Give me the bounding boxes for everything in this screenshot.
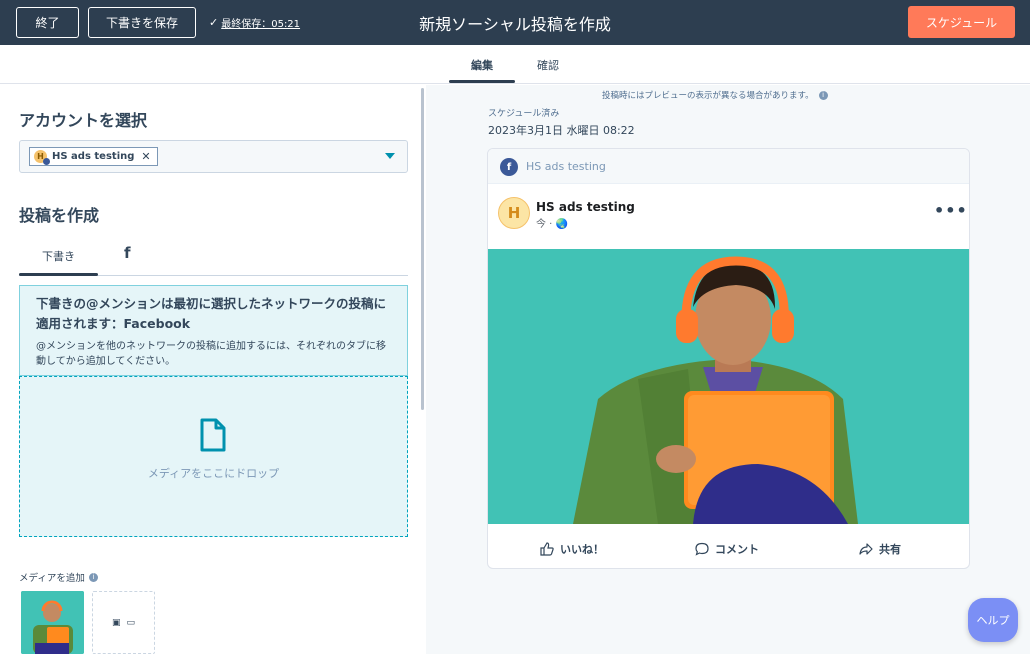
checkmark-icon: ✓ — [209, 16, 219, 29]
like-label: いいね！ — [560, 543, 604, 556]
tab-edit[interactable]: 編集 — [471, 57, 493, 73]
add-media-slot[interactable]: ▣ ▭ — [92, 591, 155, 654]
comment-label: コメント — [715, 543, 759, 556]
compose-tabs: 下書き f — [19, 240, 408, 276]
notice-body: @メンションを他のネットワークの投稿に追加するには、それぞれのタブに移動してから… — [36, 341, 386, 367]
facebook-icon: f — [500, 158, 518, 176]
draft-tab-indicator — [19, 273, 98, 276]
preview-network-account: HS ads testing — [526, 160, 606, 173]
tab-draft[interactable]: 下書き — [42, 248, 75, 264]
exit-button[interactable]: 終了 — [16, 7, 79, 38]
share-icon — [859, 543, 873, 555]
post-image-illustration — [488, 249, 969, 524]
last-saved-text: 最終保存：05:21 — [221, 19, 301, 30]
add-media-label: メディアを追加 i — [19, 570, 98, 584]
close-icon[interactable]: ✕ — [141, 150, 150, 163]
post-image — [488, 249, 969, 524]
media-dropzone[interactable]: メディアをここにドロップ — [19, 376, 408, 537]
account-chip: H HS ads testing ✕ — [29, 147, 158, 166]
preview-note: 投稿時にはプレビューの表示が異なる場合があります。 i — [602, 89, 828, 101]
share-label: 共有 — [879, 543, 901, 556]
info-icon[interactable]: i — [818, 90, 828, 100]
comment-button[interactable]: コメント — [695, 541, 759, 557]
video-icon[interactable]: ▭ — [127, 618, 136, 628]
share-button[interactable]: 共有 — [859, 541, 901, 557]
post-preview-card: f HS ads testing H HS ads testing 今 · 🌏 … — [487, 148, 970, 569]
facebook-icon[interactable]: f — [124, 244, 131, 262]
preview-card-header: f HS ads testing — [488, 149, 969, 184]
media-thumbnail[interactable] — [21, 591, 84, 654]
last-saved-link[interactable]: ✓ 最終保存：05:21 — [209, 15, 300, 30]
schedule-button[interactable]: スケジュール — [908, 6, 1015, 38]
mention-notice: 下書きの@メンションは最初に選択したネットワークの投稿に適用されます：Faceb… — [19, 285, 408, 376]
account-avatar-icon: H — [34, 150, 50, 165]
more-options-icon[interactable]: ••• — [934, 201, 968, 220]
post-meta: 今 · 🌏 — [536, 219, 568, 230]
like-button[interactable]: いいね！ — [540, 541, 604, 557]
dropzone-label: メディアをここにドロップ — [147, 467, 280, 480]
tab-review[interactable]: 確認 — [537, 57, 559, 73]
post-author: HS ads testing — [536, 200, 635, 214]
scheduled-label: スケジュール済み — [488, 109, 560, 119]
save-draft-button[interactable]: 下書きを保存 — [88, 7, 196, 38]
active-tab-indicator — [449, 80, 515, 83]
add-media-text: メディアを追加 — [19, 573, 85, 584]
avatar: H — [498, 197, 530, 229]
post-actions: いいね！ コメント 共有 — [488, 535, 969, 563]
account-select[interactable]: H HS ads testing ✕ — [19, 140, 408, 173]
notice-title: 下書きの@メンションは最初に選択したネットワークの投稿に適用されます：Faceb… — [36, 296, 387, 331]
compose-heading: 投稿を作成 — [19, 206, 100, 225]
thumbnail-image — [21, 591, 84, 654]
chevron-down-icon[interactable] — [385, 153, 395, 159]
scrollbar[interactable] — [421, 88, 424, 410]
account-heading: アカウントを選択 — [19, 111, 148, 130]
account-chip-label: HS ads testing — [52, 151, 135, 162]
thumbs-up-icon — [540, 542, 554, 556]
image-icon[interactable]: ▣ — [112, 618, 121, 628]
file-icon — [200, 418, 226, 452]
top-bar: 終了 下書きを保存 ✓ 最終保存：05:21 新規ソーシャル投稿を作成 スケジュ… — [0, 0, 1030, 45]
info-icon[interactable]: i — [88, 572, 98, 582]
help-button[interactable]: ヘルプ — [968, 598, 1018, 642]
comment-icon — [695, 542, 709, 556]
scheduled-date: 2023年3月1日 水曜日 08:22 — [488, 124, 635, 137]
tab-bar: 編集 確認 — [0, 45, 1030, 84]
preview-note-text: 投稿時にはプレビューの表示が異なる場合があります。 — [602, 91, 814, 101]
